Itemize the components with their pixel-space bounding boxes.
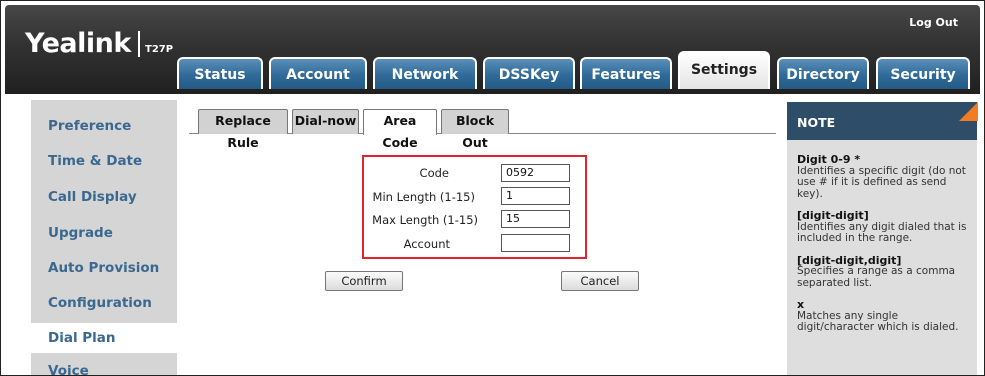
- sidebar-item-time-date[interactable]: Time & Date: [48, 153, 142, 169]
- subtab-replace-rule[interactable]: Replace Rule: [198, 109, 288, 150]
- tab-settings[interactable]: Settings: [678, 51, 770, 89]
- note-term: x: [797, 298, 805, 311]
- subtab-dial-now[interactable]: Dial-now: [292, 109, 359, 134]
- tab-account[interactable]: Account: [269, 57, 367, 89]
- tab-directory[interactable]: Directory: [777, 57, 869, 89]
- sidebar-item-preference[interactable]: Preference: [48, 118, 131, 134]
- sidebar-item-dial-plan[interactable]: Dial Plan: [48, 330, 116, 346]
- cancel-button[interactable]: Cancel: [561, 271, 639, 291]
- tab-features[interactable]: Features: [580, 57, 672, 89]
- yealink-logo: Yealink: [25, 28, 131, 59]
- account-input[interactable]: [501, 234, 570, 252]
- max-length-input[interactable]: 15: [501, 210, 570, 228]
- sidebar-item-voice[interactable]: Voice: [48, 363, 89, 375]
- note-body: Digit 0-9 * Identifies a specific digit …: [797, 154, 972, 344]
- subtab-block-out[interactable]: Block Out: [441, 109, 509, 150]
- note-description: Matches any single digit/character which…: [797, 309, 959, 333]
- min-length-label: Min Length (1-15): [372, 190, 475, 204]
- tab-dsskey[interactable]: DSSKey: [483, 57, 575, 89]
- max-length-label: Max Length (1-15): [372, 213, 478, 227]
- note-term: [digit-digit]: [797, 209, 869, 222]
- confirm-button[interactable]: Confirm: [325, 271, 403, 291]
- note-description: Specifies a range as a comma separated l…: [797, 265, 956, 289]
- code-input[interactable]: 0592: [501, 164, 570, 182]
- web-ui-frame: Yealink T27P Log Out Status Account Netw…: [0, 0, 985, 376]
- account-label: Account: [403, 237, 450, 251]
- note-description: Identifies a specific digit (do not use …: [797, 164, 966, 200]
- logout-link[interactable]: Log Out: [909, 16, 958, 29]
- sidebar-item-configuration[interactable]: Configuration: [48, 295, 152, 311]
- min-length-input[interactable]: 1: [501, 187, 570, 205]
- note-corner-accent: [959, 102, 978, 121]
- note-entry: [digit-digit,digit] Specifies a range as…: [797, 254, 972, 290]
- subtab-area-code[interactable]: Area Code: [363, 109, 437, 150]
- code-label: Code: [419, 166, 449, 180]
- tab-network[interactable]: Network: [373, 57, 477, 89]
- sidebar-item-call-display[interactable]: Call Display: [48, 189, 137, 205]
- logo-separator: [138, 31, 140, 57]
- note-term: Digit 0-9 *: [797, 153, 861, 166]
- note-entry: [digit-digit] Identifies any digit diale…: [797, 210, 972, 245]
- note-entry: x Matches any single digit/character whi…: [797, 299, 972, 334]
- sidebar-item-upgrade[interactable]: Upgrade: [48, 225, 113, 241]
- note-title: NOTE: [797, 115, 836, 130]
- tab-security[interactable]: Security: [876, 57, 970, 89]
- note-description: Identifies any digit dialed that is incl…: [797, 220, 967, 244]
- note-entry: Digit 0-9 * Identifies a specific digit …: [797, 154, 972, 200]
- sidebar-item-auto-provision[interactable]: Auto Provision: [48, 260, 159, 276]
- tab-status[interactable]: Status: [177, 57, 263, 89]
- model-label: T27P: [145, 44, 174, 55]
